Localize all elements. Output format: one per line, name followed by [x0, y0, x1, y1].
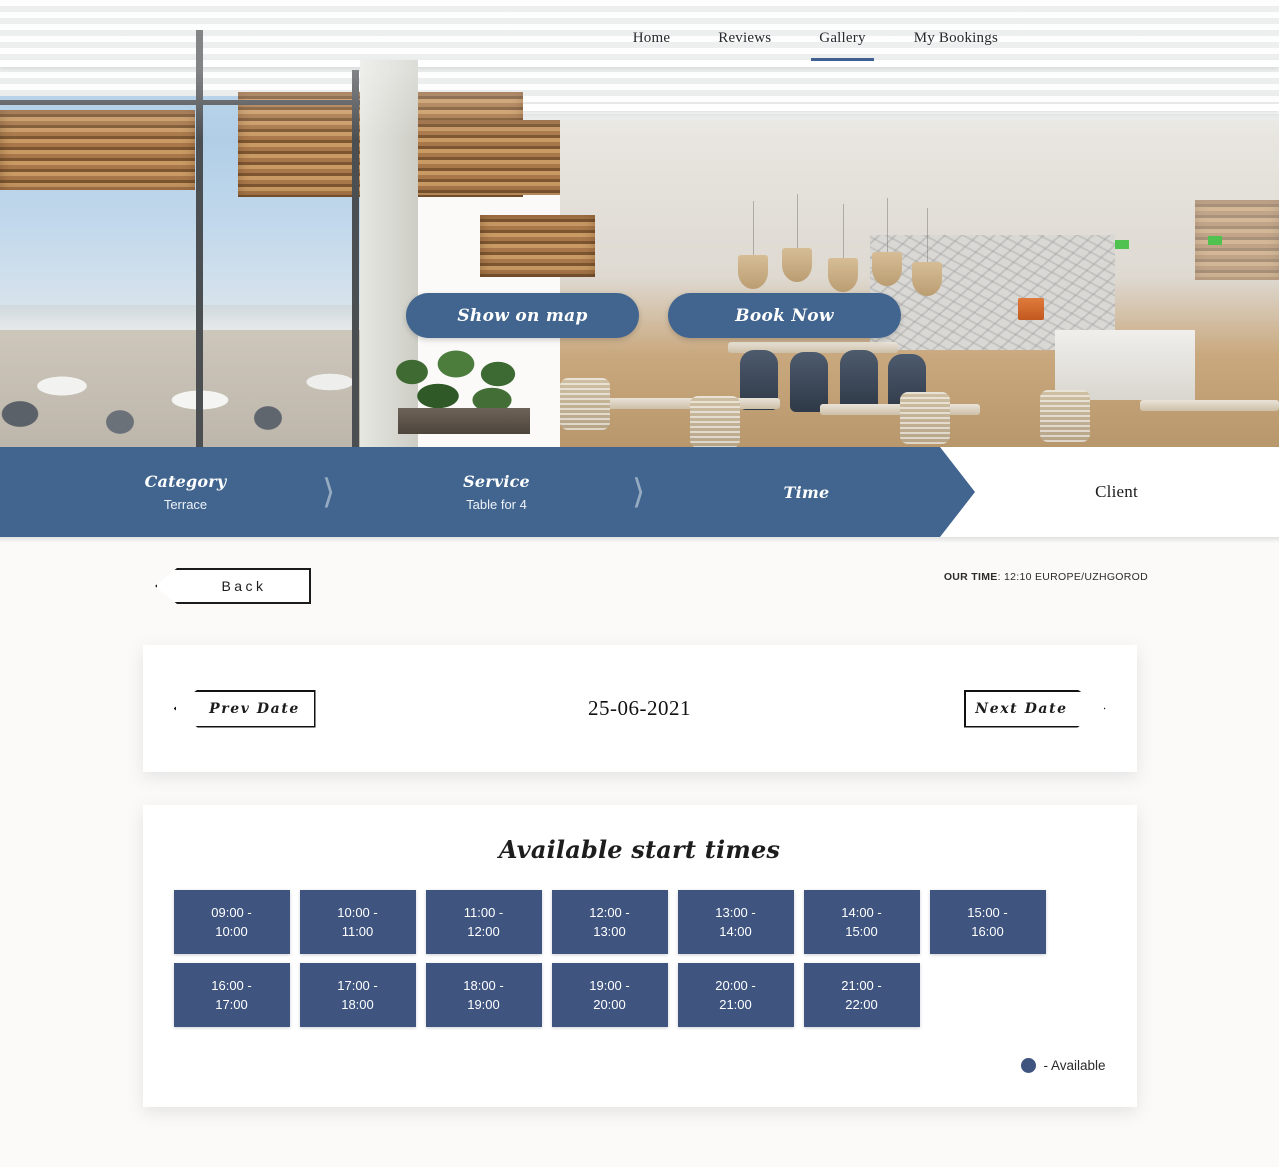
- time-slot-start: 20:00 -: [715, 978, 756, 993]
- time-slot[interactable]: 11:00 - 12:00: [425, 890, 542, 954]
- step-time[interactable]: Time: [693, 447, 920, 537]
- time-slot[interactable]: 21:00 - 22:00: [803, 963, 920, 1027]
- chevron-right-icon: ⟩: [632, 474, 646, 511]
- time-slot-start: 16:00 -: [211, 978, 252, 993]
- time-slot[interactable]: 09:00 - 10:00: [173, 890, 290, 954]
- step-time-title: Time: [783, 482, 830, 502]
- time-slot-start: 10:00 -: [337, 905, 378, 920]
- time-slot-end: 17:00: [215, 997, 248, 1012]
- time-slot-end: 12:00: [467, 924, 500, 939]
- main-navigation: Home Reviews Gallery My Bookings: [0, 30, 1279, 61]
- step-client-title: Client: [1095, 482, 1138, 501]
- time-slot-start: 15:00 -: [967, 905, 1008, 920]
- step-category[interactable]: Category Terrace: [72, 447, 299, 537]
- time-slot-end: 20:00: [593, 997, 626, 1012]
- nav-item-home[interactable]: Home: [609, 30, 694, 47]
- time-slot[interactable]: 14:00 - 15:00: [803, 890, 920, 954]
- main-content: Back OUR TIME: 12:10 EUROPE/UZHGOROD Pre…: [0, 543, 1279, 1107]
- step-service-value: Table for 4: [466, 497, 527, 512]
- chevron-right-icon: ⟩: [322, 474, 336, 511]
- time-slot-end: 18:00: [341, 997, 374, 1012]
- time-slot-start: 19:00 -: [589, 978, 630, 993]
- step-service[interactable]: Service Table for 4: [383, 447, 610, 537]
- nav-item-gallery[interactable]: Gallery: [795, 30, 889, 61]
- time-slot-start: 21:00 -: [841, 978, 882, 993]
- our-time-display: OUR TIME: 12:10 EUROPE/UZHGOROD: [944, 571, 1148, 583]
- time-slot[interactable]: 19:00 - 20:00: [551, 963, 668, 1027]
- step-category-title: Category: [144, 472, 227, 491]
- next-date-button[interactable]: Next Date: [964, 690, 1106, 728]
- time-slot-start: 14:00 -: [841, 905, 882, 920]
- time-slot[interactable]: 20:00 - 21:00: [677, 963, 794, 1027]
- slots-legend: - Available: [174, 1058, 1106, 1073]
- time-slot-start: 18:00 -: [463, 978, 504, 993]
- time-slot-start: 17:00 -: [337, 978, 378, 993]
- time-slot-end: 10:00: [215, 924, 248, 939]
- time-slot-end: 22:00: [845, 997, 878, 1012]
- time-slot-end: 21:00: [719, 997, 752, 1012]
- time-slot-end: 16:00: [971, 924, 1004, 939]
- next-date-label: Next Date: [975, 700, 1068, 717]
- time-slot[interactable]: 17:00 - 18:00: [299, 963, 416, 1027]
- time-slot-end: 14:00: [719, 924, 752, 939]
- book-now-button[interactable]: Book Now: [668, 293, 901, 338]
- step-client[interactable]: Client: [1003, 447, 1230, 537]
- back-button-label: Back: [221, 578, 267, 594]
- prev-date-label: Prev Date: [209, 700, 300, 717]
- restaurant-photo: [0, 0, 1279, 447]
- time-slot-start: 11:00 -: [463, 905, 504, 920]
- time-slot-end: 15:00: [845, 924, 878, 939]
- time-slots-grid: 09:00 - 10:00 10:00 - 11:00 11:00 - 12:00 12:0…: [173, 890, 1106, 1027]
- hero-actions: Show on map Book Now: [406, 293, 901, 338]
- time-slot-end: 11:00: [341, 924, 374, 939]
- show-on-map-button[interactable]: Show on map: [406, 293, 639, 338]
- time-slot-start: 13:00 -: [715, 905, 756, 920]
- time-slot[interactable]: 12:00 - 13:00: [551, 890, 668, 954]
- booking-steps: Category Terrace ⟩ Service Table for 4 ⟩…: [0, 447, 1279, 537]
- hero-overlay: [0, 0, 1279, 447]
- slots-panel-title: Available start times: [498, 835, 781, 864]
- legend-available-label: - Available: [1043, 1058, 1106, 1073]
- time-slot[interactable]: 13:00 - 14:00: [677, 890, 794, 954]
- nav-item-reviews[interactable]: Reviews: [694, 30, 795, 47]
- nav-item-my-bookings[interactable]: My Bookings: [890, 30, 1022, 47]
- step-category-value: Terrace: [163, 497, 208, 512]
- time-slot[interactable]: 18:00 - 19:00: [425, 963, 542, 1027]
- time-slot-end: 13:00: [593, 924, 626, 939]
- content-toolbar: Back OUR TIME: 12:10 EUROPE/UZHGOROD: [0, 543, 1279, 619]
- time-slot[interactable]: 16:00 - 17:00: [173, 963, 290, 1027]
- time-slot-start: 12:00 -: [589, 905, 630, 920]
- available-dot-icon: [1021, 1058, 1037, 1073]
- step-service-title: Service: [463, 472, 530, 491]
- our-time-label: OUR TIME: [943, 571, 998, 583]
- time-slot-start: 09:00 -: [211, 905, 252, 920]
- booking-page: Home Reviews Gallery My Bookings Show on…: [0, 0, 1279, 1167]
- prev-date-button[interactable]: Prev Date: [173, 689, 316, 728]
- time-slot[interactable]: 15:00 - 16:00: [929, 890, 1046, 954]
- current-date: 25-06-2021: [588, 696, 691, 720]
- time-slot[interactable]: 10:00 - 11:00: [299, 890, 416, 954]
- date-navigator-card: Prev Date 25-06-2021 Next Date: [142, 645, 1137, 772]
- time-slot-end: 19:00: [467, 997, 500, 1012]
- back-button[interactable]: Back: [155, 568, 311, 604]
- hero-banner: Home Reviews Gallery My Bookings Show on…: [0, 0, 1279, 447]
- time-slots-card: Available start times 09:00 - 10:00 10:00 …: [142, 805, 1137, 1107]
- our-time-value: 12:10 EUROPE/UZHGOROD: [1004, 571, 1148, 583]
